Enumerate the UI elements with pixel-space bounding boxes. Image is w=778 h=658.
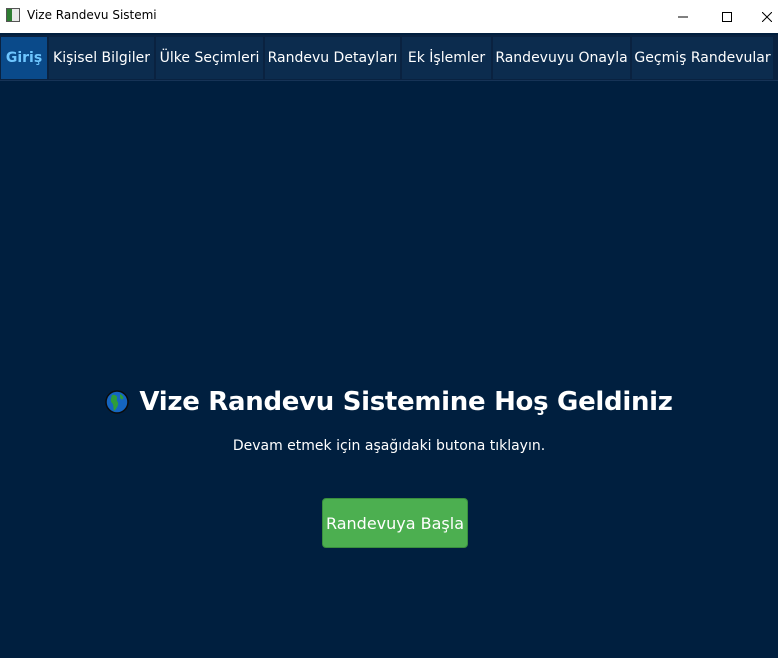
globe-icon [105, 390, 130, 414]
tab-randevu-detaylari[interactable]: Randevu Detayları [265, 37, 400, 79]
close-icon [762, 11, 772, 22]
tab-ek-islemler[interactable]: Ek İşlemler [402, 37, 491, 79]
welcome-title: Vize Randevu Sistemine Hoş Geldiniz [139, 387, 673, 417]
app-icon [6, 8, 20, 22]
title-bar: Vize Randevu Sistemi [0, 0, 778, 33]
welcome-heading: Vize Randevu Sistemine Hoş Geldiniz [0, 387, 778, 417]
maximize-icon [722, 11, 732, 22]
app-window: Vize Randevu Sistemi Giriş Kişisel Bilgi… [0, 0, 778, 658]
window-title: Vize Randevu Sistemi [27, 8, 157, 22]
tab-bar: Giriş Kişisel Bilgiler Ülke Seçimleri Ra… [0, 35, 778, 81]
tab-ulke-secimleri[interactable]: Ülke Seçimleri [156, 37, 263, 79]
start-appointment-button[interactable]: Randevuya Başla [322, 498, 468, 548]
tab-randevuyu-onayla[interactable]: Randevuyu Onayla [493, 37, 630, 79]
tab-kisisel-bilgiler[interactable]: Kişisel Bilgiler [49, 37, 154, 79]
welcome-subtitle: Devam etmek için aşağıdaki butona tıklay… [232, 438, 546, 454]
minimize-icon [678, 16, 688, 17]
close-button[interactable] [744, 0, 778, 33]
tab-gecmis-randevular[interactable]: Geçmiş Randevular [632, 37, 773, 79]
tab-giris[interactable]: Giriş [1, 37, 47, 79]
minimize-button[interactable] [660, 0, 706, 33]
